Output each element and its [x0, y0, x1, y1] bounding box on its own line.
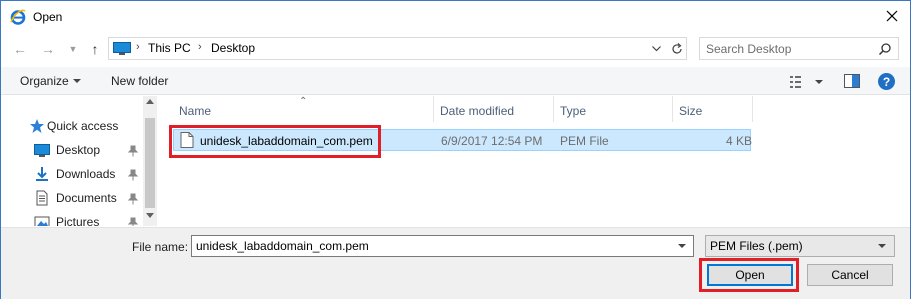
window-title: Open [33, 10, 63, 24]
navigation-pane: Quick access Desktop Downloads Documents… [1, 96, 158, 226]
open-dialog: Open ← → ▼ ↑ › This PC › Desktop Search … [0, 0, 911, 299]
documents-folder-icon [36, 190, 48, 206]
filename-label: File name: [132, 240, 189, 254]
back-button[interactable]: ← [10, 39, 30, 59]
desktop-folder-icon [34, 144, 50, 157]
details-view-icon [790, 76, 801, 88]
forward-button[interactable]: → [38, 39, 58, 59]
chevron-down-icon: ▼ [68, 44, 78, 54]
column-header-label: Name [179, 104, 212, 118]
search-input[interactable]: Search Desktop [699, 37, 899, 60]
column-header-label: Size [679, 104, 703, 118]
nav-item-quick-access[interactable]: Quick access [29, 116, 149, 136]
pin-icon [128, 145, 138, 157]
recent-locations-button[interactable]: ▼ [63, 39, 83, 59]
chevron-down-icon[interactable] [678, 244, 686, 248]
preview-pane-button[interactable] [844, 74, 860, 88]
address-bar[interactable]: › This PC › Desktop [108, 37, 687, 60]
close-icon [886, 10, 898, 22]
search-placeholder: Search Desktop [706, 42, 792, 56]
new-folder-button[interactable]: New folder [111, 74, 168, 88]
breadcrumb-this-pc[interactable]: This PC [148, 41, 191, 55]
file-size: 4 KB [726, 134, 753, 148]
nav-label: Downloads [56, 167, 116, 181]
column-header-size[interactable]: Size [673, 96, 753, 122]
search-icon [878, 43, 891, 56]
filetype-value: PEM Files (.pem) [710, 239, 803, 253]
star-icon [30, 119, 44, 133]
cancel-button[interactable]: Cancel [807, 264, 893, 286]
column-header-type[interactable]: Type [554, 96, 673, 122]
column-header-label: Date modified [440, 104, 515, 118]
nav-item-desktop[interactable]: Desktop [34, 140, 142, 160]
column-header-label: Type [560, 104, 587, 118]
scroll-up-icon[interactable] [146, 99, 154, 104]
help-icon: ? [882, 74, 891, 89]
file-list: ⌃ Name Date modified Type Size unidesk_l… [159, 96, 910, 226]
close-button[interactable] [877, 3, 907, 29]
breadcrumb-separator-icon: › [198, 41, 202, 53]
up-button[interactable]: ↑ [85, 39, 105, 59]
breadcrumb-desktop[interactable]: Desktop [211, 41, 255, 55]
nav-label: Pictures [56, 215, 100, 226]
help-button[interactable]: ? [878, 73, 895, 90]
organize-button[interactable]: Organize [20, 74, 69, 88]
filename-value: unidesk_labaddomain_com.pem [196, 239, 369, 253]
column-header-date-modified[interactable]: Date modified [434, 96, 554, 122]
pictures-folder-icon [34, 216, 50, 226]
command-bar: Organize New folder ? [1, 67, 910, 95]
file-type: PEM File [560, 134, 609, 148]
back-arrow-icon: ← [13, 41, 27, 57]
nav-label: Desktop [56, 143, 101, 157]
navigation-scrollbar[interactable] [143, 96, 157, 226]
pin-icon [128, 169, 138, 181]
nav-item-documents[interactable]: Documents [34, 188, 142, 208]
nav-label: Quick access [47, 119, 119, 133]
highlight-box-file [169, 125, 381, 158]
nav-item-pictures[interactable]: Pictures [34, 212, 142, 226]
scroll-down-icon[interactable] [146, 213, 154, 218]
nav-label: Documents [56, 191, 117, 205]
forward-arrow-icon: → [41, 41, 55, 57]
filename-input[interactable]: unidesk_labaddomain_com.pem [191, 235, 694, 257]
pin-icon [128, 193, 138, 205]
breadcrumb-separator-icon: › [136, 41, 140, 53]
refresh-button[interactable] [669, 41, 685, 57]
address-dropdown-button[interactable] [649, 42, 663, 56]
filetype-select[interactable]: PEM Files (.pem) [705, 235, 895, 257]
up-arrow-icon: ↑ [91, 41, 99, 57]
pin-icon [128, 217, 138, 226]
chevron-down-icon [73, 79, 81, 83]
this-pc-icon [113, 42, 131, 55]
downloads-folder-icon [36, 167, 48, 181]
change-view-button[interactable] [789, 74, 823, 90]
chevron-down-icon [878, 244, 886, 248]
internet-explorer-icon [10, 9, 26, 25]
scrollbar-thumb[interactable] [145, 118, 155, 208]
chevron-down-icon [651, 46, 661, 52]
highlight-box-open [699, 258, 799, 292]
nav-item-downloads[interactable]: Downloads [34, 164, 142, 184]
title-bar: Open [1, 1, 910, 33]
refresh-icon [672, 43, 682, 54]
column-header-name[interactable]: Name [173, 96, 434, 122]
file-date-modified: 6/9/2017 12:54 PM [441, 134, 543, 148]
